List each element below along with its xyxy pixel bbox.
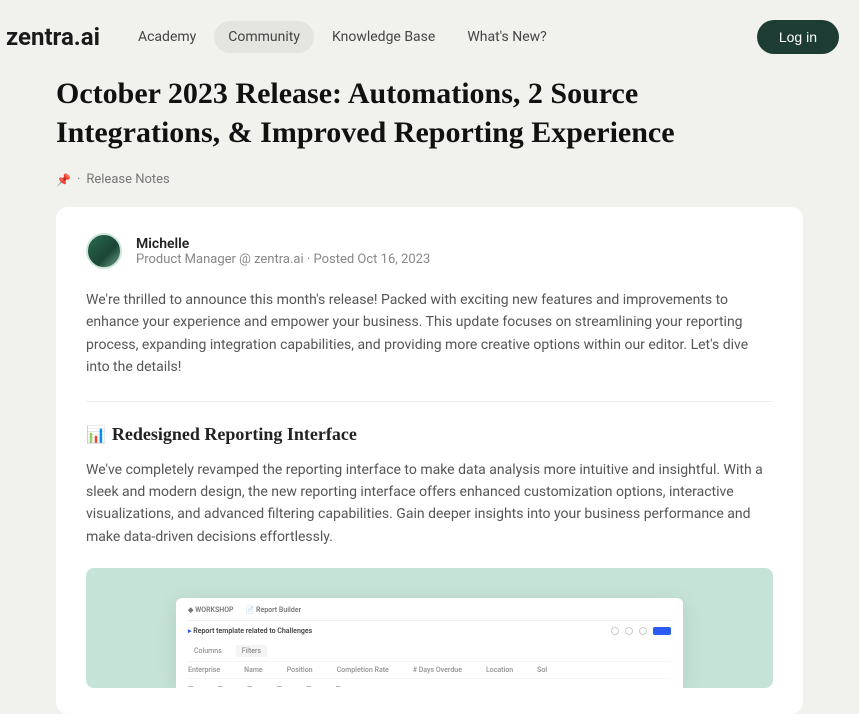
preview-table-header: Enterprise Name Position Completion Rate…: [188, 661, 671, 678]
preview-tabs: Columns Filters: [188, 641, 671, 661]
pin-icon: 📌: [56, 173, 71, 187]
preview-subtitle: Report template related to Challenges: [193, 627, 312, 635]
nav-community[interactable]: Community: [214, 21, 314, 53]
login-button[interactable]: Log in: [757, 20, 839, 54]
post-intro: We're thrilled to announce this month's …: [86, 289, 773, 379]
preview-tab-filters: Filters: [236, 645, 267, 657]
post-category-link[interactable]: Release Notes: [86, 172, 169, 187]
section-title-text: Redesigned Reporting Interface: [112, 424, 357, 444]
preview-crumb-1: ◆ WORKSHOP: [188, 606, 234, 614]
author-row: Michelle Product Manager @ zentra.ai · P…: [86, 233, 773, 269]
author-text: Michelle Product Manager @ zentra.ai · P…: [136, 236, 430, 267]
nav-academy[interactable]: Academy: [124, 21, 210, 53]
nav-whats-new[interactable]: What's New?: [453, 21, 560, 53]
meta-separator: ·: [77, 172, 80, 187]
screenshot-preview: ◆ WORKSHOP 📄 Report Builder ▸ Report tem…: [86, 568, 773, 688]
avatar[interactable]: [86, 233, 122, 269]
post-meta: 📌 · Release Notes: [56, 172, 803, 187]
header: zentra.ai Academy Community Knowledge Ba…: [0, 0, 859, 64]
nav-knowledge-base[interactable]: Knowledge Base: [318, 21, 449, 53]
section-body: We've completely revamped the reporting …: [86, 459, 773, 549]
divider: [86, 401, 773, 402]
nav: Academy Community Knowledge Base What's …: [124, 21, 757, 53]
preview-breadcrumb: ◆ WORKSHOP 📄 Report Builder: [188, 606, 671, 621]
preview-window: ◆ WORKSHOP 📄 Report Builder ▸ Report tem…: [176, 598, 683, 688]
section-heading: 📊 Redesigned Reporting Interface: [86, 424, 773, 445]
preview-subtitle-row: ▸ Report template related to Challenges: [188, 621, 671, 641]
brand-logo[interactable]: zentra.ai: [6, 23, 100, 51]
post-title: October 2023 Release: Automations, 2 Sou…: [56, 74, 696, 152]
preview-table-row: ——————: [188, 678, 671, 688]
author-name[interactable]: Michelle: [136, 236, 430, 252]
content-area: October 2023 Release: Automations, 2 Sou…: [0, 64, 859, 714]
preview-tab-columns: Columns: [188, 645, 228, 657]
preview-crumb-2: 📄 Report Builder: [246, 606, 302, 614]
post-card: Michelle Product Manager @ zentra.ai · P…: [56, 207, 803, 714]
bar-chart-icon: 📊: [86, 427, 106, 444]
author-subtitle: Product Manager @ zentra.ai · Posted Oct…: [136, 252, 430, 267]
